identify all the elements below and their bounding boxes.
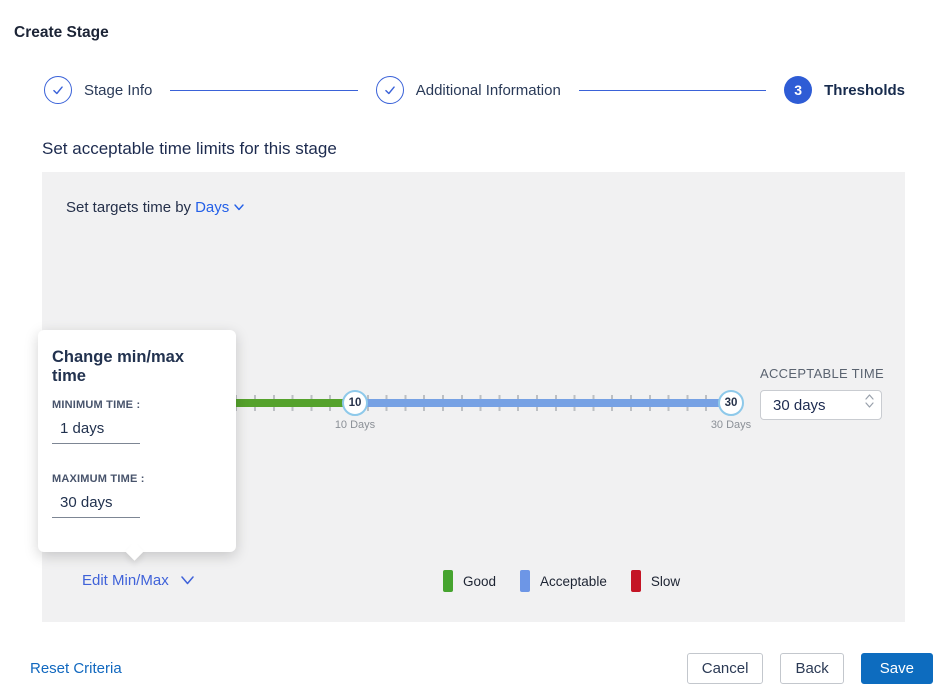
- legend-label: Slow: [651, 574, 680, 589]
- acceptable-swatch: [520, 570, 530, 592]
- step-label: Stage Info: [84, 82, 152, 99]
- maximum-time-label: MAXIMUM TIME :: [52, 473, 222, 485]
- number-stepper[interactable]: [865, 394, 874, 408]
- chevron-down-icon: [865, 402, 874, 408]
- targets-unit-value: Days: [195, 199, 229, 216]
- legend: Good Acceptable Slow: [443, 570, 680, 592]
- acceptable-time-label: ACCEPTABLE TIME: [760, 366, 888, 381]
- step-thresholds[interactable]: 3 Thresholds: [784, 76, 905, 104]
- slider-min-caption: 10 Days: [325, 419, 385, 431]
- cancel-button[interactable]: Cancel: [687, 653, 764, 684]
- edit-minmax-link[interactable]: Edit Min/Max: [82, 572, 194, 589]
- step-additional-information[interactable]: Additional Information: [376, 76, 561, 104]
- change-minmax-popup: Change min/max time MINIMUM TIME : MAXIM…: [38, 330, 236, 552]
- chevron-up-icon: [865, 394, 874, 400]
- step-label: Additional Information: [416, 82, 561, 99]
- edit-minmax-label: Edit Min/Max: [82, 572, 169, 589]
- minimum-time-input[interactable]: [52, 411, 140, 444]
- legend-item-good: Good: [443, 570, 496, 592]
- stepper-connector: [579, 90, 766, 91]
- slider-handle-max[interactable]: 30: [718, 390, 744, 416]
- page-title: Create Stage: [14, 24, 109, 42]
- check-circle-icon: [376, 76, 404, 104]
- back-button[interactable]: Back: [780, 653, 843, 684]
- legend-item-slow: Slow: [631, 570, 680, 592]
- legend-label: Good: [463, 574, 496, 589]
- chevron-down-icon: [181, 576, 194, 585]
- set-targets-label: Set targets time by: [66, 199, 191, 216]
- minimum-time-label: MINIMUM TIME :: [52, 399, 222, 411]
- good-swatch: [443, 570, 453, 592]
- targets-unit-dropdown[interactable]: Days: [195, 199, 244, 216]
- acceptable-time-input[interactable]: [760, 390, 882, 420]
- popup-title: Change min/max time: [52, 348, 222, 386]
- create-stage-page: Create Stage Stage Info Additional Infor…: [0, 0, 947, 699]
- slow-swatch: [631, 570, 641, 592]
- slider-handle-min[interactable]: 10: [342, 390, 368, 416]
- footer-buttons: Cancel Back Save: [687, 653, 933, 684]
- legend-item-acceptable: Acceptable: [520, 570, 607, 592]
- set-targets-line: Set targets time by Days: [66, 199, 244, 216]
- check-circle-icon: [44, 76, 72, 104]
- step-label: Thresholds: [824, 82, 905, 99]
- legend-label: Acceptable: [540, 574, 607, 589]
- slider-max-caption: 30 Days: [701, 419, 761, 431]
- chevron-down-icon: [234, 204, 244, 211]
- save-button[interactable]: Save: [861, 653, 933, 684]
- maximum-time-input[interactable]: [52, 485, 140, 518]
- step-number-badge: 3: [784, 76, 812, 104]
- section-heading: Set acceptable time limits for this stag…: [42, 139, 337, 159]
- step-stage-info[interactable]: Stage Info: [44, 76, 152, 104]
- wizard-stepper: Stage Info Additional Information 3 Thre…: [44, 76, 905, 104]
- acceptable-time-group: ACCEPTABLE TIME: [760, 366, 888, 420]
- reset-criteria-link[interactable]: Reset Criteria: [30, 660, 122, 677]
- stepper-connector: [170, 90, 357, 91]
